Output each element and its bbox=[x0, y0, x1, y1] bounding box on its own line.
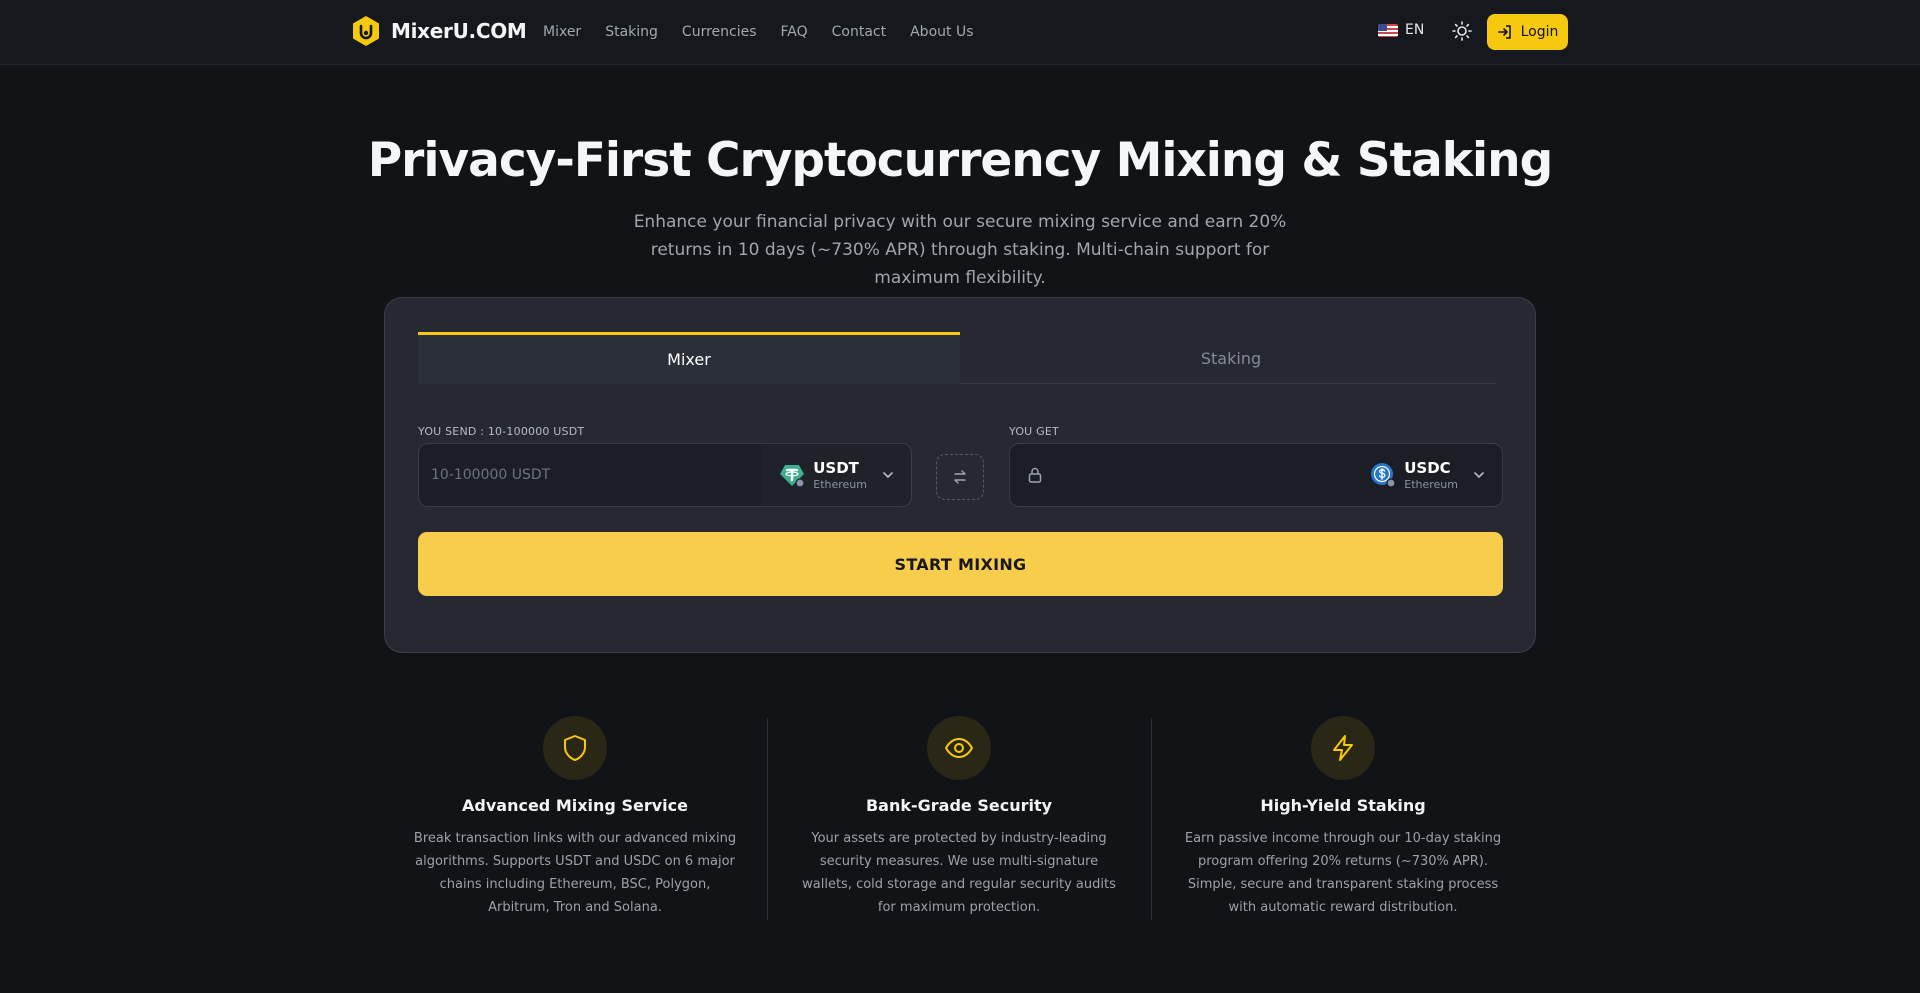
login-icon bbox=[1497, 25, 1511, 39]
chevron-down-icon bbox=[883, 472, 893, 478]
feature-security: Bank-Grade Security Your assets are prot… bbox=[794, 716, 1124, 919]
send-label: YOU SEND : 10-100000 USDT bbox=[418, 425, 585, 438]
lock-icon bbox=[1028, 467, 1042, 483]
get-currency-name: USDC bbox=[1404, 458, 1451, 477]
feature-description: Your assets are protected by industry-le… bbox=[802, 831, 1116, 915]
get-currency-select[interactable]: USDC Ethereum bbox=[1352, 444, 1502, 506]
send-currency-select[interactable]: USDT Ethereum bbox=[761, 444, 911, 506]
start-mixing-button[interactable]: START MIXING bbox=[418, 532, 1503, 596]
usdt-icon bbox=[780, 465, 805, 488]
main-nav: Mixer Staking Currencies FAQ Contact Abo… bbox=[543, 0, 974, 63]
usdc-icon bbox=[1371, 463, 1396, 488]
lightning-icon bbox=[1333, 735, 1353, 761]
us-flag-icon bbox=[1378, 23, 1398, 37]
feature-divider bbox=[1151, 718, 1152, 920]
shield-icon bbox=[564, 735, 586, 761]
tab-staking[interactable]: Staking bbox=[960, 332, 1502, 384]
exchange-card: Mixer Staking YOU SEND : 10-100000 USDT … bbox=[384, 297, 1536, 653]
feature-description: Earn passive income through our 10-day s… bbox=[1184, 831, 1502, 915]
swap-arrows-icon bbox=[954, 470, 966, 484]
feature-icon-wrap bbox=[927, 716, 991, 780]
nav-link-mixer[interactable]: Mixer bbox=[543, 24, 581, 40]
nav-link-staking[interactable]: Staking bbox=[605, 24, 658, 40]
get-label: YOU GET bbox=[1009, 425, 1059, 438]
feature-description: Break transaction links with our advance… bbox=[413, 831, 737, 915]
language-selector[interactable]: EN bbox=[1378, 22, 1424, 38]
get-field: USDC Ethereum bbox=[1009, 443, 1503, 507]
get-chain-name: Ethereum bbox=[1404, 477, 1458, 491]
top-navbar: MixerU.COM Mixer Staking Currencies FAQ … bbox=[0, 0, 1920, 65]
tab-mixer[interactable]: Mixer bbox=[418, 332, 960, 384]
feature-icon-wrap bbox=[1311, 716, 1375, 780]
language-label: EN bbox=[1405, 22, 1425, 38]
feature-title: Bank-Grade Security bbox=[865, 796, 1053, 815]
nav-link-about[interactable]: About Us bbox=[910, 24, 973, 40]
sun-icon[interactable] bbox=[1451, 20, 1473, 42]
feature-mixing: Advanced Mixing Service Break transactio… bbox=[410, 716, 740, 919]
send-amount-input[interactable] bbox=[419, 444, 769, 506]
brand-name: MixerU.COM bbox=[391, 19, 527, 43]
send-field: USDT Ethereum bbox=[418, 443, 912, 507]
chevron-down-icon bbox=[1474, 472, 1484, 478]
login-button[interactable]: Login bbox=[1487, 14, 1568, 50]
hero-subtitle: Enhance your financial privacy with our … bbox=[633, 212, 1287, 288]
nav-link-currencies[interactable]: Currencies bbox=[682, 24, 757, 40]
feature-staking: High-Yield Staking Earn passive income t… bbox=[1178, 716, 1508, 919]
send-chain-name: Ethereum bbox=[813, 477, 867, 491]
nav-link-contact[interactable]: Contact bbox=[832, 24, 886, 40]
login-label: Login bbox=[1520, 24, 1559, 40]
feature-icon-wrap bbox=[543, 716, 607, 780]
feature-divider bbox=[767, 718, 768, 920]
mode-tabs: Mixer Staking bbox=[418, 332, 1496, 384]
eye-icon bbox=[945, 738, 973, 758]
nav-link-faq[interactable]: FAQ bbox=[781, 24, 808, 40]
hero-title: Privacy-First Cryptocurrency Mixing & St… bbox=[367, 133, 1554, 188]
swap-button[interactable] bbox=[936, 454, 984, 500]
send-currency-name: USDT bbox=[813, 458, 859, 477]
brand-logo[interactable]: MixerU.COM bbox=[351, 15, 527, 47]
logo-icon bbox=[353, 16, 379, 46]
feature-title: High-Yield Staking bbox=[1260, 796, 1426, 815]
feature-title: Advanced Mixing Service bbox=[462, 796, 688, 815]
